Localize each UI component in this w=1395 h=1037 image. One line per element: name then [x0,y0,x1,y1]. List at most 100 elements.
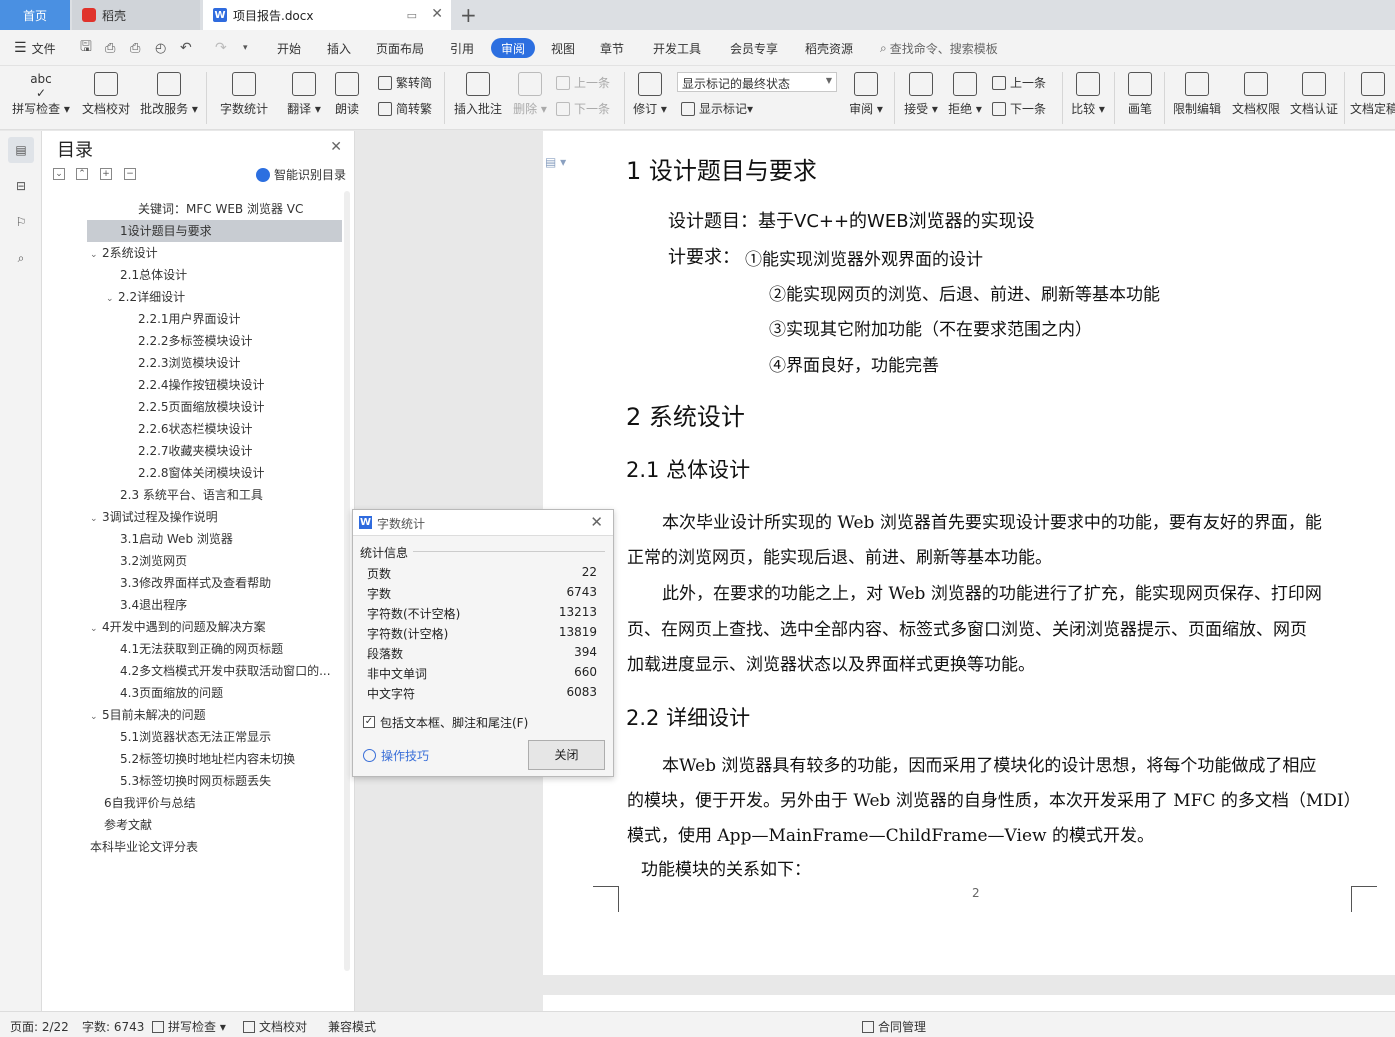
close-icon[interactable]: ✕ [590,513,603,531]
toc-scrollbar[interactable] [344,191,350,971]
menu-start[interactable]: 开始 [277,30,301,66]
toc-item[interactable]: 2.2.1用户界面设计 [138,308,342,330]
dialog-titlebar[interactable]: W 字数统计 ✕ [353,510,613,536]
page-options-icon[interactable]: ▤ ▾ [545,155,566,169]
toc-item[interactable]: 2.2.5页面缩放模块设计 [138,396,342,418]
add-heading-icon[interactable]: + [100,168,112,180]
batch-service-button[interactable]: 批改服务 ▾ [138,66,200,130]
undo-icon[interactable]: ↶ [180,30,192,66]
status-doc-proof[interactable]: 文档校对 [243,1018,307,1035]
page-indicator[interactable]: 页面: 2/22 [10,1018,69,1035]
menu-view[interactable]: 视图 [551,30,575,66]
document-page[interactable]: ▤ ▾ 1 设计题目与要求 设计题目：基于VC++的WEB浏览器的实现设 计要求… [543,131,1395,975]
toc-item[interactable]: ⌄ 2系统设计 [90,242,342,264]
chevron-down-icon[interactable]: ⌄ [90,508,102,528]
toc-item[interactable]: 2.2.7收藏夹模块设计 [138,440,342,462]
toc-item[interactable]: 2.2.6状态栏模块设计 [138,418,342,440]
toc-item[interactable]: ⌄ 2.2详细设计 [106,286,342,308]
doc-proof-button[interactable]: 文档校对 [78,66,134,130]
toc-item[interactable]: 3.1启动 Web 浏览器 [120,528,342,550]
chevron-down-icon[interactable]: ⌄ [90,618,102,638]
contract-manage[interactable]: 合同管理 [862,1018,926,1035]
add-tab-button[interactable]: + [460,3,477,27]
spell-check-button[interactable]: abc ✓ 拼写检查 ▾ [10,66,72,130]
chevron-down-icon[interactable]: ⌄ [90,244,102,264]
toc-item[interactable]: 3.2浏览网页 [120,550,342,572]
menu-reference[interactable]: 引用 [450,30,474,66]
toc-item[interactable]: 2.2.8窗体关闭模块设计 [138,462,342,484]
expand-up-icon[interactable]: ⌃ [76,168,88,180]
menu-chapter[interactable]: 章节 [600,30,624,66]
toc-item[interactable]: 2.2.4操作按钮模块设计 [138,374,342,396]
command-search[interactable]: ⌕ 查找命令、搜索模板 [880,30,998,66]
more-quick-icon[interactable]: ▾ [243,30,248,66]
toc-item[interactable]: 本科毕业论文评分表 [90,836,342,858]
next-change-button[interactable]: 下一条 [992,100,1046,117]
toc-panel-icon[interactable]: ▤ [8,137,34,163]
tab-home[interactable]: 首页 [0,0,70,30]
prev-comment-button[interactable]: 上一条 [556,74,610,91]
pen-button[interactable]: 画笔 [1122,66,1158,130]
remove-heading-icon[interactable]: − [124,168,136,180]
toc-item[interactable]: 2.1总体设计 [120,264,342,286]
chapter-icon[interactable]: ⊟ [8,173,34,199]
menu-member[interactable]: 会员专享 [730,30,778,66]
preview-icon[interactable]: ◴ [155,30,166,66]
revise-button[interactable]: 修订 ▾ [630,66,670,130]
menu-review[interactable]: 审阅 [491,38,536,58]
screen-icon[interactable]: ▭ [407,9,417,22]
trad-to-simp-button[interactable]: 繁转简 [378,74,432,91]
toc-item[interactable]: 5.1浏览器状态无法正常显示 [120,726,342,748]
collapse-all-icon[interactable]: ⌄ [53,168,65,180]
simp-to-trad-button[interactable]: 简转繁 [378,100,432,117]
redo-icon[interactable]: ↷ [215,30,227,66]
review-pane-button[interactable]: 审阅 ▾ [846,66,886,130]
word-count-indicator[interactable]: 字数: 6743 [82,1018,144,1035]
toc-item[interactable]: 参考文献 [104,814,342,836]
smart-toc-button[interactable]: 智能识别目录 [255,166,346,183]
toc-item[interactable]: 4.1无法获取到正确的网页标题 [120,638,342,660]
toc-item[interactable]: 关键词：MFC WEB 浏览器 VC [138,198,342,220]
delete-comment-button[interactable]: 删除 ▾ [510,66,550,130]
prev-change-button[interactable]: 上一条 [992,74,1046,91]
close-button[interactable]: 关闭 [528,740,605,770]
bookmark-icon[interactable]: ⚐ [8,209,34,235]
doc-finalize-button[interactable]: 文档定稿 [1350,66,1395,130]
toc-item[interactable]: 1设计题目与要求 [120,220,342,242]
insert-comment-button[interactable]: 插入批注 [452,66,504,130]
chevron-down-icon[interactable]: ⌄ [106,288,118,308]
menu-dev-tools[interactable]: 开发工具 [653,30,701,66]
toc-item[interactable]: 2.3 系统平台、语言和工具 [120,484,342,506]
toc-item[interactable]: ⌄ 4开发中遇到的问题及解决方案 [90,616,342,638]
menu-daoke-resources[interactable]: 稻壳资源 [805,30,853,66]
toc-item[interactable]: 2.2.3浏览模块设计 [138,352,342,374]
include-textbox-checkbox[interactable]: ✓ [363,716,375,728]
accept-button[interactable]: 接受 ▾ [902,66,940,130]
doc-permission-button[interactable]: 文档权限 [1230,66,1282,130]
tips-link[interactable]: 操作技巧 [363,747,429,764]
save-icon[interactable]: 🖫 [80,30,92,66]
toc-item[interactable]: ⌄ 5目前未解决的问题 [90,704,342,726]
toc-item[interactable]: 3.3修改界面样式及查看帮助 [120,572,342,594]
toc-item[interactable]: 6自我评价与总结 [104,792,342,814]
menu-layout[interactable]: 页面布局 [376,30,424,66]
show-markup-button[interactable]: 显示标记 ▾ [681,100,753,117]
reject-button[interactable]: 拒绝 ▾ [946,66,984,130]
status-spell-check[interactable]: 拼写检查 ▾ [152,1018,226,1035]
tab-daoke[interactable]: 稻壳 [72,0,200,30]
toc-item[interactable]: 4.3页面缩放的问题 [120,682,342,704]
restrict-edit-button[interactable]: 限制编辑 [1170,66,1224,130]
compare-button[interactable]: 比较 ▾ [1068,66,1108,130]
tab-document[interactable]: W 项目报告.docx ▭ ✕ [203,0,451,30]
toc-item[interactable]: 2.2.2多标签模块设计 [138,330,342,352]
file-menu[interactable]: ☰ 文件 [14,30,56,66]
next-comment-button[interactable]: 下一条 [556,100,610,117]
toc-item[interactable]: 4.2多文档模式开发中获取活动窗口的... [120,660,342,682]
toc-item[interactable]: 3.4退出程序 [120,594,342,616]
next-page[interactable] [543,995,1395,1011]
toc-item[interactable]: 5.3标签切换时网页标题丢失 [120,770,342,792]
toc-item[interactable]: ⌄ 3调试过程及操作说明 [90,506,342,528]
search-panel-icon[interactable]: ⌕ [8,245,34,271]
word-count-button[interactable]: 字数统计 [216,66,272,130]
read-aloud-button[interactable]: 朗读 [330,66,364,130]
